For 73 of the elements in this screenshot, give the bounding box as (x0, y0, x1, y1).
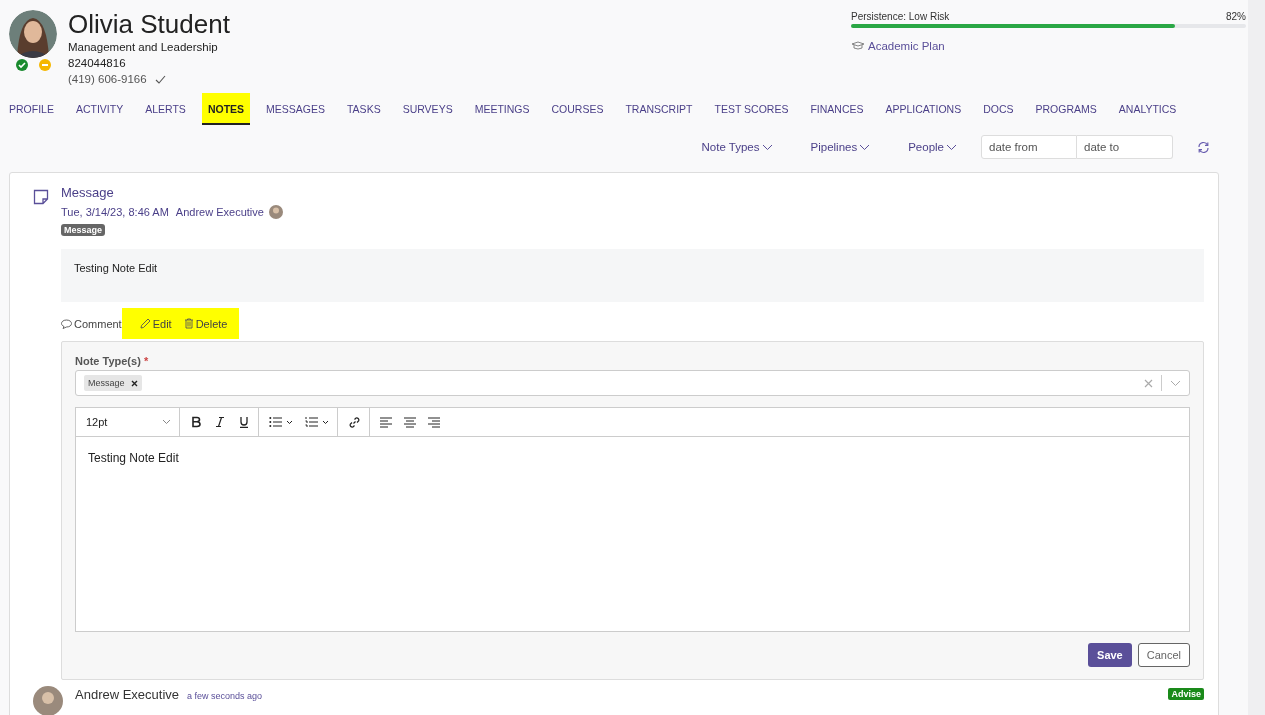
nav-tab[interactable]: APPLICATIONS (885, 93, 962, 125)
nav-tab[interactable]: NOTES (201, 93, 251, 125)
cancel-button[interactable]: Cancel (1137, 643, 1190, 667)
student-avatar (9, 10, 57, 58)
note-body: Testing Note Edit (61, 249, 1204, 302)
nav-tab[interactable]: MESSAGES (266, 93, 325, 125)
filter-dropdown[interactable]: People (902, 140, 963, 154)
note-type-chip: Message (84, 375, 142, 391)
chevron-down-icon (946, 143, 957, 151)
phone-number: (419) 606-9166 (68, 72, 147, 87)
pencil-icon (139, 318, 151, 329)
bold-icon[interactable] (190, 416, 202, 428)
speech-bubble-icon (61, 318, 72, 329)
graduation-cap-icon (851, 41, 865, 51)
nav-tab[interactable]: FINANCES (810, 93, 864, 125)
save-button[interactable]: Save (1088, 643, 1132, 667)
link-icon[interactable] (348, 415, 361, 429)
trash-icon (183, 318, 194, 329)
remove-icon[interactable] (130, 379, 138, 387)
persistence-label: Persistence: Low Risk (851, 11, 950, 22)
align-center-icon[interactable] (404, 416, 416, 428)
nav-tab[interactable]: DOCS (983, 93, 1014, 125)
refresh-icon[interactable] (1197, 140, 1210, 154)
nav-tab[interactable]: TRANSCRIPT (625, 93, 693, 125)
author-avatar (268, 205, 283, 219)
note-type-select[interactable]: Message (75, 370, 1190, 396)
note-icon (33, 189, 49, 205)
note-time: a few seconds ago (187, 691, 263, 701)
align-left-icon[interactable] (380, 416, 392, 428)
student-name: Olivia Student (68, 9, 230, 39)
delete-button[interactable]: Delete (183, 308, 240, 339)
chevron-down-icon (162, 419, 171, 425)
required-marker: * (143, 355, 149, 367)
date-from-field[interactable]: date from (981, 135, 1077, 159)
academic-plan-link[interactable]: Academic Plan (851, 40, 945, 52)
font-size-dropdown[interactable]: 12pt (76, 408, 180, 436)
numbered-list-icon[interactable] (305, 416, 329, 428)
nav-tab[interactable]: ACTIVITY (75, 93, 124, 125)
nav-tab[interactable]: MEETINGS (474, 93, 530, 125)
author-name: Andrew Executive (75, 687, 180, 702)
program-name: Management and Leadership (68, 40, 219, 55)
note-timestamp: Tue, 3/14/23, 8:46 AM (61, 206, 169, 218)
chevron-down-icon (761, 143, 773, 151)
date-to-field[interactable]: date to (1077, 135, 1173, 159)
filter-dropdown[interactable]: Note Types (695, 140, 779, 154)
check-circle-icon (15, 59, 28, 71)
bullet-list-icon[interactable] (269, 416, 293, 428)
author-name[interactable]: Andrew Executive (175, 206, 264, 218)
nav-tab[interactable]: TASKS (347, 93, 381, 125)
field-label: Note Type(s) (75, 355, 141, 367)
minus-circle-icon (38, 59, 51, 71)
italic-icon[interactable] (214, 416, 226, 428)
nav-tab[interactable]: ANALYTICS (1118, 93, 1177, 125)
align-right-icon[interactable] (428, 416, 440, 428)
nav-tab[interactable]: COURSES (551, 93, 604, 125)
filter-dropdown[interactable]: Pipelines (804, 140, 877, 154)
editor-text-area[interactable]: Testing Note Edit (76, 437, 1189, 631)
underline-icon[interactable] (238, 416, 250, 428)
note-tag: Message (61, 224, 106, 236)
persistence-percent: 82% (1226, 11, 1246, 22)
student-id: 824044816 (68, 56, 127, 71)
nav-tab[interactable]: ALERTS (145, 93, 186, 125)
comment-button[interactable]: Comment (61, 308, 122, 339)
author-avatar (33, 686, 63, 715)
edit-button[interactable]: Edit (121, 308, 184, 339)
editor-text: Testing Note Edit (88, 451, 179, 465)
nav-tab[interactable]: PROGRAMS (1035, 93, 1097, 125)
nav-tab[interactable]: TEST SCORES (714, 93, 789, 125)
nav-tab[interactable]: PROFILE (9, 93, 54, 125)
nav-tab[interactable]: SURVEYS (402, 93, 453, 125)
chevron-down-icon (859, 143, 871, 151)
note-title: Message (61, 185, 115, 200)
note-tag: Advise (1168, 688, 1204, 700)
